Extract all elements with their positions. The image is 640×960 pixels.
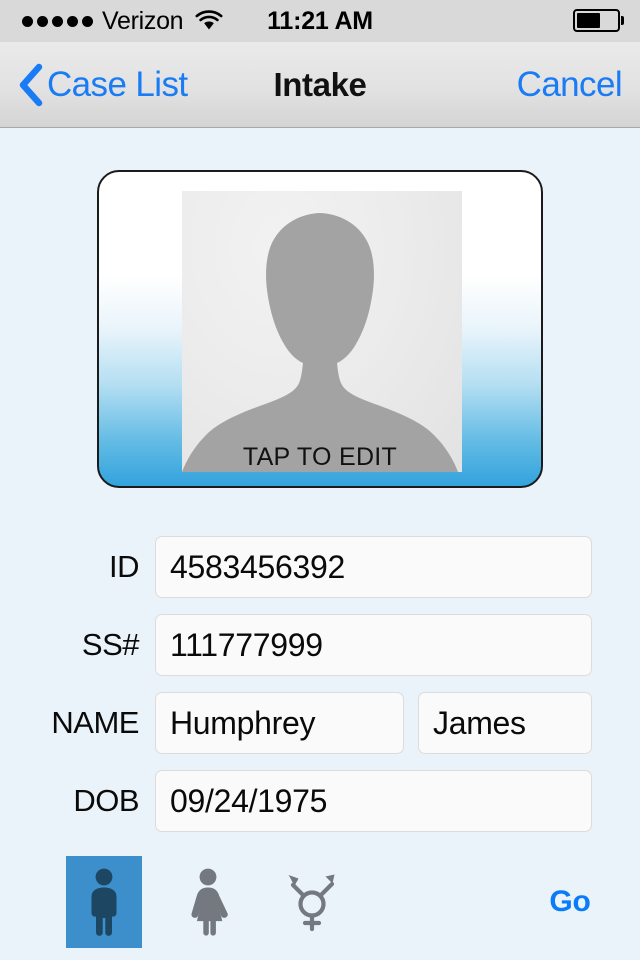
id-input[interactable]: 4583456392 (155, 536, 592, 598)
intake-form: ID 4583456392 SS# 111777999 NAME Humphre… (0, 528, 640, 840)
battery-icon (573, 9, 624, 32)
name-label: NAME (51, 705, 139, 740)
form-row-dob: DOB 09/24/1975 (0, 762, 640, 840)
id-label: ID (109, 549, 140, 584)
photo-placeholder (182, 191, 462, 472)
male-figure-icon (91, 868, 117, 936)
form-row-name: NAME Humphrey James (0, 684, 640, 762)
dob-label: DOB (73, 783, 139, 818)
ss-input[interactable]: 111777999 (155, 614, 592, 676)
gender-selector: Go (0, 856, 640, 948)
form-row-ss: SS# 111777999 (0, 606, 640, 684)
gender-option-transgender[interactable] (274, 856, 350, 948)
form-row-id: ID 4583456392 (0, 528, 640, 606)
transgender-symbol-icon (288, 874, 335, 932)
app-screen: Verizon 11:21 AM Case List Intake Cancel (0, 0, 640, 960)
person-silhouette-icon (182, 213, 462, 472)
photo-card[interactable]: TAP TO EDIT (97, 170, 543, 488)
go-button[interactable]: Go (500, 885, 640, 919)
navigation-bar: Case List Intake Cancel (0, 42, 640, 128)
ss-label: SS# (81, 627, 140, 662)
female-figure-icon (191, 868, 228, 936)
dob-input[interactable]: 09/24/1975 (155, 770, 592, 832)
gender-option-male[interactable] (66, 856, 142, 948)
gender-option-female[interactable] (170, 856, 246, 948)
status-bar: Verizon 11:21 AM (0, 0, 640, 42)
cancel-button[interactable]: Cancel (517, 42, 623, 127)
last-name-input[interactable]: Humphrey (155, 692, 404, 754)
first-name-input[interactable]: James (418, 692, 592, 754)
tap-to-edit-label: TAP TO EDIT (242, 443, 398, 471)
clock-label: 11:21 AM (267, 6, 373, 35)
